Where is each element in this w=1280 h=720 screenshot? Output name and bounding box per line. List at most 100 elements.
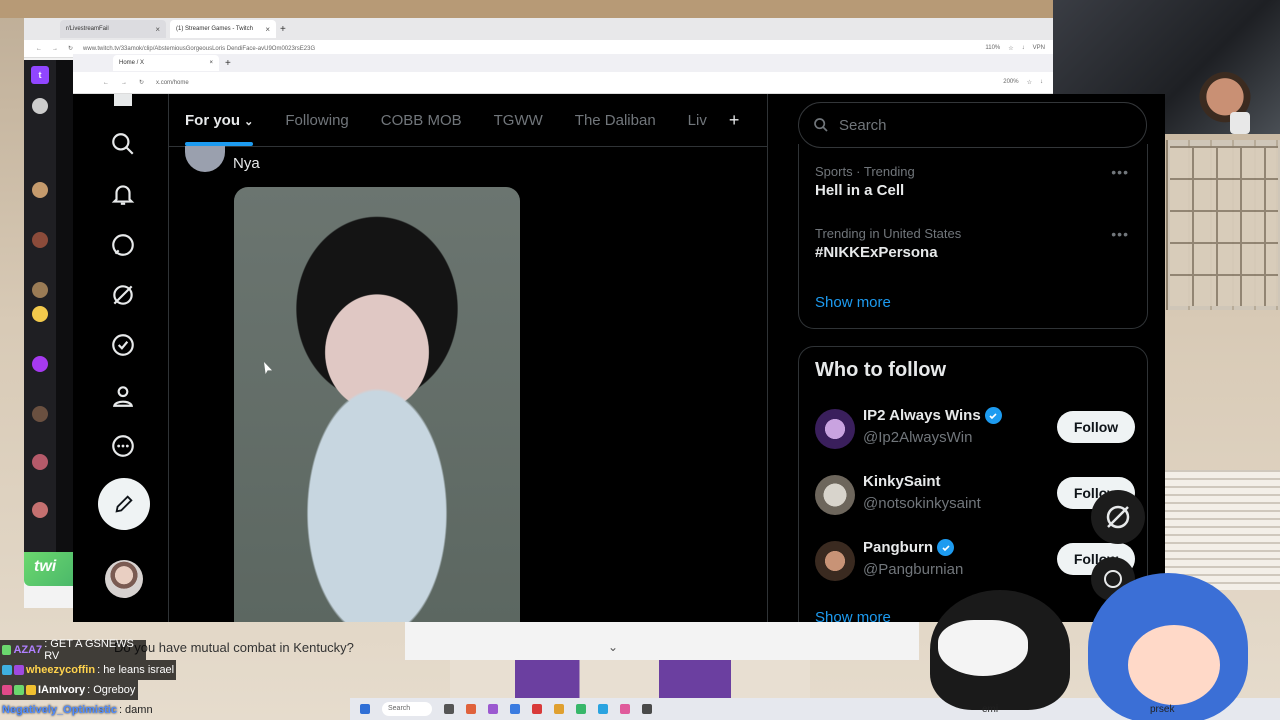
forward-icon[interactable]: → xyxy=(121,80,127,86)
compose-post-button[interactable] xyxy=(98,478,150,530)
app-icon[interactable] xyxy=(488,704,498,714)
channel-avatar[interactable] xyxy=(32,502,48,518)
inner-url-field[interactable]: x.com/home xyxy=(156,80,796,86)
tab-label: (1) Streamer Games - Twitch xyxy=(176,26,253,32)
channel-avatar[interactable] xyxy=(32,406,48,422)
download-icon[interactable]: ↓ xyxy=(1040,79,1043,86)
vpn-badge[interactable]: VPN xyxy=(1033,45,1045,52)
add-tab-icon[interactable]: + xyxy=(729,110,740,131)
reload-icon[interactable]: ↻ xyxy=(68,45,73,52)
search-icon xyxy=(814,118,828,132)
star-icon[interactable]: ☆ xyxy=(1027,79,1032,86)
tab-livestreamfail[interactable]: r/LivestreamFail × xyxy=(60,20,166,38)
new-tab-icon[interactable]: + xyxy=(225,58,231,69)
back-icon[interactable]: ← xyxy=(36,46,42,52)
home-icon[interactable] xyxy=(109,94,137,114)
search-placeholder: Search xyxy=(839,116,887,134)
app-icon[interactable] xyxy=(620,704,630,714)
more-icon[interactable] xyxy=(109,432,137,460)
trend-item[interactable]: Sports · Trending Hell in a Cell xyxy=(815,164,915,199)
zoom-level[interactable]: 200% xyxy=(1003,79,1018,86)
app-icon[interactable] xyxy=(576,704,586,714)
outer-url-field[interactable]: www.twitch.tv/33amok/clip/AbstemiousGorg… xyxy=(83,46,743,52)
trend-meta: Sports · Trending xyxy=(815,164,915,179)
character-face xyxy=(938,620,1028,676)
tab-twitch[interactable]: (1) Streamer Games - Twitch × xyxy=(170,20,276,38)
twitch-side-panel xyxy=(56,60,74,578)
chevron-down-icon[interactable]: ⌄ xyxy=(608,640,618,654)
avatar[interactable] xyxy=(815,409,855,449)
tab-liv[interactable]: Liv xyxy=(688,112,707,129)
app-icon[interactable] xyxy=(466,704,476,714)
app-icon[interactable] xyxy=(554,704,564,714)
tab-the-daliban[interactable]: The Daliban xyxy=(575,112,656,129)
more-options-icon[interactable]: ••• xyxy=(1111,164,1129,180)
bell-icon[interactable] xyxy=(109,180,137,208)
search-icon[interactable] xyxy=(109,130,137,158)
new-tab-icon[interactable]: + xyxy=(280,24,286,35)
follow-suggestion[interactable]: KinkySaint @notsokinkysaint Follow xyxy=(815,471,1135,521)
account-name: Pangburn xyxy=(863,539,933,556)
search-input[interactable]: Search xyxy=(798,102,1147,148)
tab-label: Home / X xyxy=(119,60,145,66)
channel-avatar[interactable] xyxy=(32,454,48,470)
account-avatar[interactable] xyxy=(105,560,143,598)
account-name: IP2 Always Wins xyxy=(863,407,981,424)
background-object xyxy=(450,660,810,698)
show-more-trends[interactable]: Show more xyxy=(815,294,891,311)
close-icon[interactable]: × xyxy=(155,25,160,34)
chat-username[interactable]: IAmIvory xyxy=(38,684,85,696)
trend-item[interactable]: Trending in United States #NIKKExPersona xyxy=(815,226,961,261)
app-icon[interactable] xyxy=(510,704,520,714)
zoom-level[interactable]: 110% xyxy=(985,45,1000,52)
tab-cobb-mob[interactable]: COBB MOB xyxy=(381,112,462,129)
close-icon[interactable]: × xyxy=(265,25,270,34)
messages-icon[interactable] xyxy=(109,231,137,259)
reload-icon[interactable]: ↻ xyxy=(139,79,144,86)
forward-icon[interactable]: → xyxy=(52,46,58,52)
more-options-icon[interactable]: ••• xyxy=(1111,226,1129,242)
chat-username[interactable]: Negatively_Optimistic xyxy=(2,704,117,716)
verified-orgs-icon[interactable] xyxy=(109,331,137,359)
avatar[interactable] xyxy=(815,475,855,515)
post-text: Nya xyxy=(233,155,260,172)
app-icon[interactable] xyxy=(598,704,608,714)
channel-avatar[interactable] xyxy=(32,282,48,298)
trend-meta: Trending in United States xyxy=(815,226,962,241)
star-icon[interactable]: ☆ xyxy=(1008,45,1013,52)
chat-username[interactable]: wheezycoffin xyxy=(26,664,95,676)
show-more-follow[interactable]: Show more xyxy=(815,609,891,622)
channel-avatar[interactable] xyxy=(32,182,48,198)
avatar[interactable] xyxy=(815,541,855,581)
channel-avatar[interactable] xyxy=(32,356,48,372)
app-icon[interactable] xyxy=(532,704,542,714)
app-icon[interactable] xyxy=(642,704,652,714)
chat-username[interactable]: AZA7 xyxy=(13,644,42,656)
follow-button[interactable]: Follow xyxy=(1057,411,1135,443)
follow-suggestion[interactable]: IP2 Always Wins @Ip2AlwaysWin Follow xyxy=(815,405,1135,455)
tab-label: For you xyxy=(185,111,240,129)
webcam-cup xyxy=(1230,112,1250,134)
chat-message: : GET A GSNEWS RV xyxy=(44,638,134,662)
twitch-banner: twi xyxy=(24,552,74,586)
account-handle: @Ip2AlwaysWin xyxy=(863,429,973,446)
post-author-avatar[interactable] xyxy=(185,146,225,172)
close-icon[interactable]: × xyxy=(209,60,213,66)
profile-icon[interactable] xyxy=(109,382,137,410)
chat-line: IAmIvory : Ogreboy xyxy=(0,680,138,700)
download-icon[interactable]: ↓ xyxy=(1022,45,1025,52)
channel-avatar[interactable] xyxy=(32,232,48,248)
trend-name: #NIKKExPersona xyxy=(815,244,938,261)
twitch-logo-icon[interactable]: t xyxy=(31,66,49,84)
post-media-image[interactable] xyxy=(234,187,520,622)
task-view-icon[interactable] xyxy=(444,704,454,714)
tab-x-home[interactable]: Home / X × xyxy=(113,55,219,71)
channel-avatar[interactable] xyxy=(32,306,48,322)
tab-for-you[interactable]: For you ⌄ xyxy=(185,111,254,146)
arrow-icon[interactable] xyxy=(32,98,48,114)
grok-floating-icon[interactable] xyxy=(1091,490,1145,544)
tab-tgww[interactable]: TGWW xyxy=(494,112,543,129)
tab-following[interactable]: Following xyxy=(285,112,348,129)
grok-icon[interactable] xyxy=(109,281,137,309)
back-icon[interactable]: ← xyxy=(103,80,109,86)
